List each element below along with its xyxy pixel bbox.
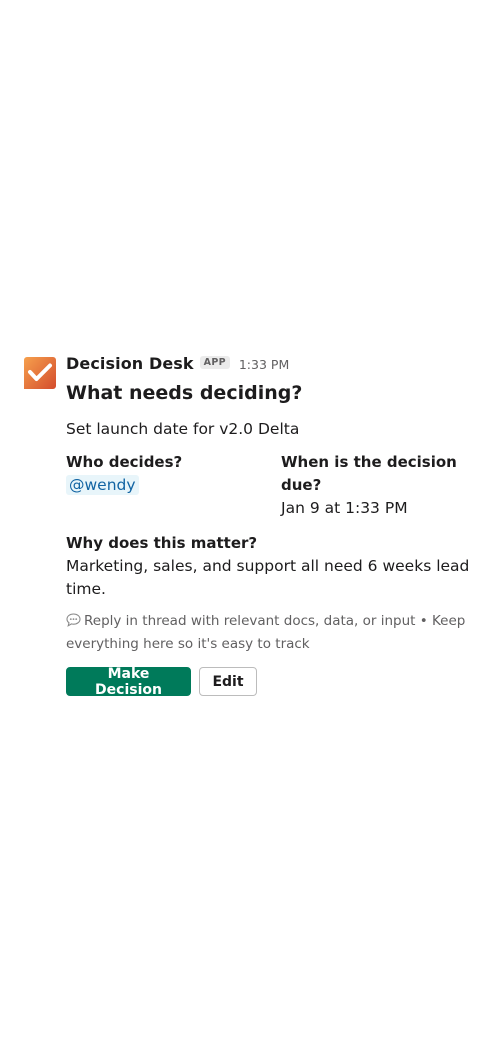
due-date-value: Jan 9 at 1:33 PM — [281, 499, 408, 517]
due-date-field: When is the decision due? Jan 9 at 1:33 … — [281, 451, 481, 520]
message-actions: Make Decision Edit — [66, 666, 486, 698]
edit-button[interactable]: Edit — [199, 667, 257, 696]
page: Decision Desk APP 1:33 PM What needs dec… — [0, 0, 500, 1048]
who-decides-label: Who decides? — [66, 453, 183, 471]
message-content: Decision Desk APP 1:33 PM What needs dec… — [66, 350, 486, 698]
due-date-label: When is the decision due? — [281, 453, 457, 494]
decision-desk-check-icon[interactable] — [24, 357, 56, 389]
make-decision-button[interactable]: Make Decision — [66, 666, 191, 698]
who-decides-field: Who decides? @wendy — [66, 451, 281, 520]
message-header: Decision Desk APP 1:33 PM — [66, 350, 486, 376]
question-heading: What needs deciding? — [66, 382, 303, 404]
why-matters-field: Why does this matter? Marketing, sales, … — [66, 532, 486, 601]
question-answer: Set launch date for v2.0 Delta — [66, 420, 300, 438]
app-name[interactable]: Decision Desk — [66, 354, 194, 373]
context-text: Reply in thread with relevant docs, data… — [66, 613, 466, 652]
message-timestamp[interactable]: 1:33 PM — [239, 357, 289, 372]
decision-fields: Who decides? @wendy When is the decision… — [66, 451, 486, 520]
user-mention[interactable]: @wendy — [66, 475, 139, 495]
why-matters-label: Why does this matter? — [66, 534, 258, 552]
speech-bubble-icon — [66, 613, 81, 627]
context-hint: Reply in thread with relevant docs, data… — [66, 610, 486, 656]
app-badge: APP — [199, 355, 230, 369]
why-matters-value: Marketing, sales, and support all need 6… — [66, 557, 470, 598]
